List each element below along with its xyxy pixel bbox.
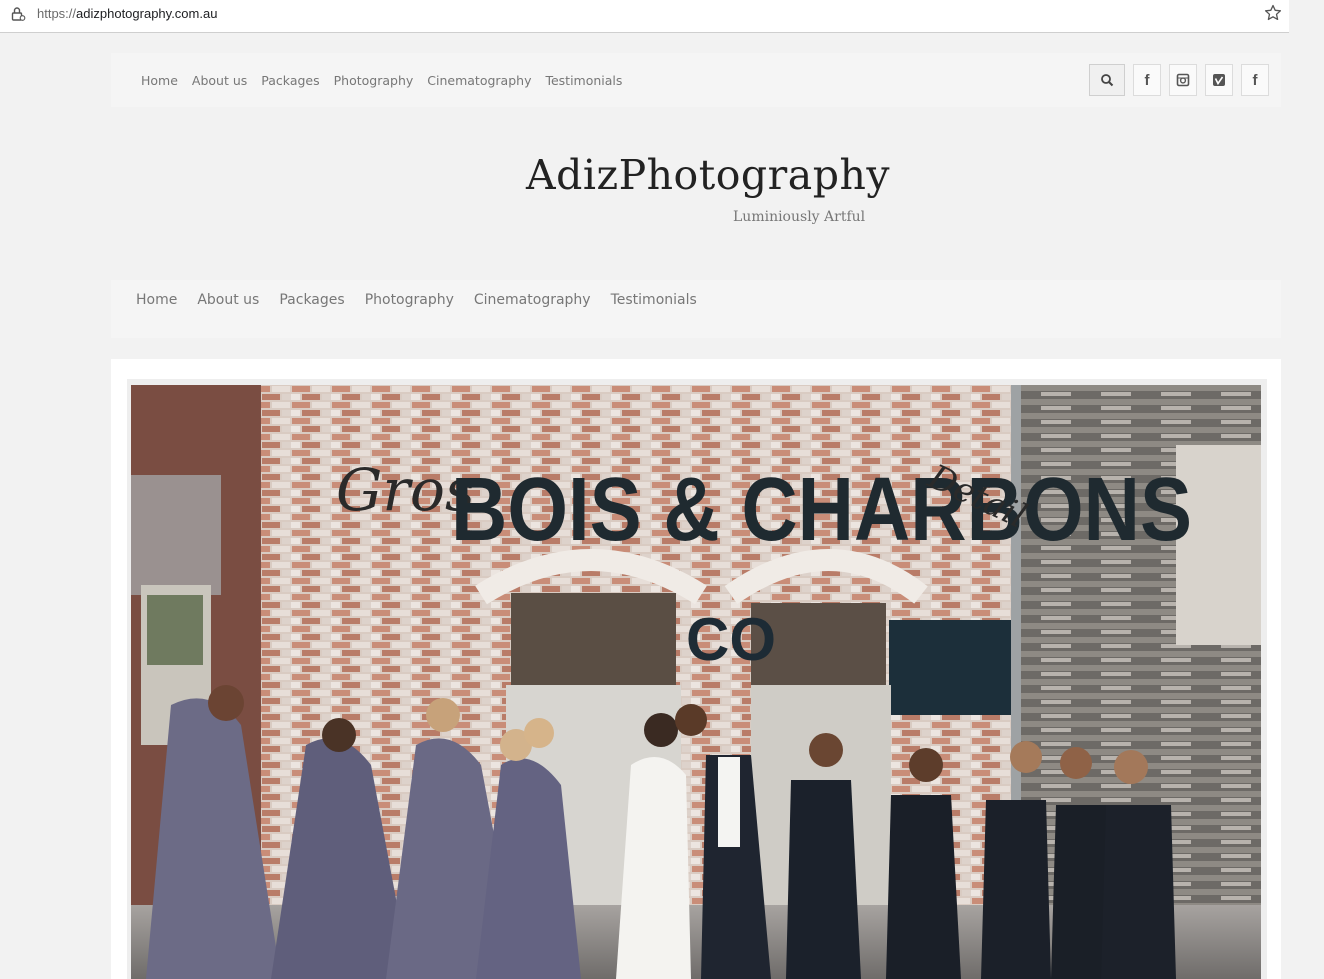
- search-button[interactable]: [1089, 64, 1125, 96]
- sign-main: BOIS & CHARBONS: [451, 459, 1192, 559]
- top-nav-cinematography[interactable]: Cinematography: [427, 73, 531, 88]
- main-nav-home[interactable]: Home: [136, 292, 177, 308]
- url-scheme: https://: [37, 6, 77, 21]
- top-nav-about[interactable]: About us: [192, 73, 247, 88]
- main-nav-about[interactable]: About us: [197, 292, 259, 308]
- hero-photo-frame: Gros BOIS & CHARBONS Detail CO: [127, 379, 1267, 979]
- facebook-icon: f: [1252, 71, 1258, 89]
- content-area: Gros BOIS & CHARBONS Detail CO: [111, 359, 1281, 979]
- social-buttons: f f: [1089, 64, 1269, 96]
- main-nav: Home About us Packages Photography Cinem…: [136, 292, 697, 308]
- url-field[interactable]: https://adizphotography.com.au: [37, 6, 217, 21]
- site-tagline: Luminiously Artful: [733, 209, 866, 225]
- main-nav-testimonials[interactable]: Testimonials: [611, 292, 697, 308]
- lock-icon: [11, 7, 26, 21]
- facebook-button[interactable]: f: [1133, 64, 1161, 96]
- main-nav-packages[interactable]: Packages: [279, 292, 344, 308]
- url-host: adizphotography.com.au: [76, 6, 218, 21]
- vimeo-button[interactable]: [1205, 64, 1233, 96]
- browser-address-bar: https://adizphotography.com.au: [0, 0, 1324, 33]
- toolbar-edge: [1289, 0, 1324, 33]
- search-icon: [1101, 74, 1114, 87]
- top-nav-photography[interactable]: Photography: [334, 73, 414, 88]
- main-nav-photography[interactable]: Photography: [365, 292, 454, 308]
- bookmark-star-icon[interactable]: [1263, 3, 1283, 23]
- instagram-icon: [1176, 73, 1190, 87]
- facebook-icon: f: [1144, 71, 1150, 89]
- top-nav-testimonials[interactable]: Testimonials: [545, 73, 622, 88]
- hero-photo[interactable]: Gros BOIS & CHARBONS Detail CO: [131, 385, 1261, 979]
- wedding-party-photo: Gros BOIS & CHARBONS Detail CO: [131, 385, 1261, 979]
- site-title[interactable]: AdizPhotography: [526, 151, 890, 199]
- main-nav-bar: Home About us Packages Photography Cinem…: [111, 280, 1281, 338]
- top-nav-packages[interactable]: Packages: [261, 73, 319, 88]
- top-nav: Home About us Packages Photography Cinem…: [141, 73, 622, 88]
- top-nav-home[interactable]: Home: [141, 73, 178, 88]
- main-nav-cinematography[interactable]: Cinematography: [474, 292, 591, 308]
- door-letters: CO: [686, 606, 776, 673]
- instagram-button[interactable]: [1169, 64, 1197, 96]
- top-bar: Home About us Packages Photography Cinem…: [111, 53, 1281, 107]
- facebook-button-2[interactable]: f: [1241, 64, 1269, 96]
- vimeo-icon: [1213, 74, 1225, 86]
